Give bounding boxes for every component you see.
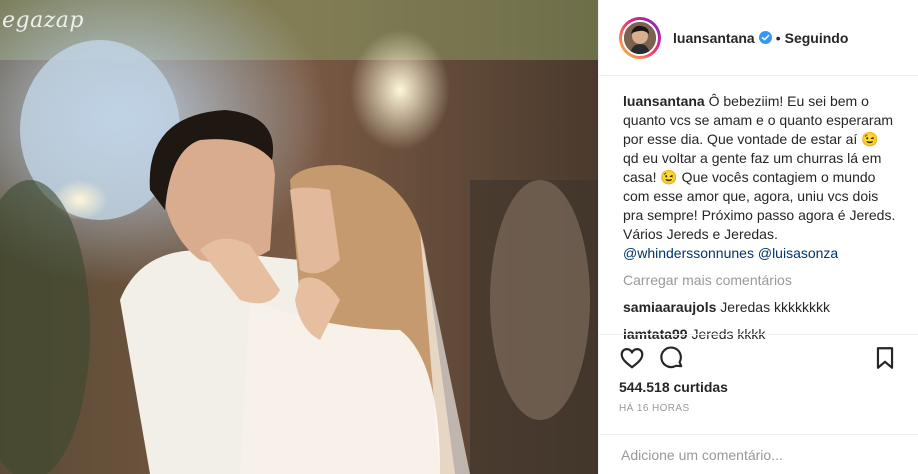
wedding-kiss-image [0,0,598,474]
mention-link[interactable]: @luisasonza [758,245,838,261]
post-actions: 544.518 curtidas HÁ 16 HORAS [599,334,918,414]
photo-watermark: egazap [2,8,85,33]
post-side-panel: luansantana • Seguindo luansantana Ô beb… [598,0,918,474]
comment-text: Jeredas kkkkkkkk [716,299,830,315]
verified-badge-icon [758,31,772,44]
comments-section: luansantana Ô bebeziim! Eu sei bem o qua… [599,76,918,344]
follow-status-button[interactable]: Seguindo [785,30,849,46]
instagram-post: egazap luansantana • Seguindo luansantan… [0,0,918,474]
load-more-comments[interactable]: Carregar mais comentários [623,271,898,290]
post-timestamp[interactable]: HÁ 16 HORAS [619,403,898,414]
avatar-image [622,19,658,56]
avatar[interactable] [619,16,661,59]
caption-username[interactable]: luansantana [623,93,705,109]
comment-bubble-icon[interactable] [659,345,685,371]
post-photo[interactable]: egazap [0,0,598,474]
comment-input[interactable] [619,445,898,464]
caption-text: Ô bebeziim! Eu sei bem o quanto vcs se a… [623,93,896,242]
heart-icon[interactable] [619,345,645,371]
header-separator: • [775,29,781,46]
comment-item: samiaaraujols Jeredas kkkkkkkk [623,298,898,317]
bookmark-icon[interactable] [872,345,898,371]
mention-link[interactable]: @whinderssonnunes [623,245,754,261]
header-username[interactable]: luansantana [673,30,755,46]
likes-count[interactable]: 544.518 curtidas [619,379,898,395]
caption: luansantana Ô bebeziim! Eu sei bem o qua… [623,92,898,263]
action-icons [619,335,898,381]
comment-username[interactable]: samiaaraujols [623,299,716,315]
add-comment-bar [599,434,918,474]
post-header: luansantana • Seguindo [599,0,918,76]
